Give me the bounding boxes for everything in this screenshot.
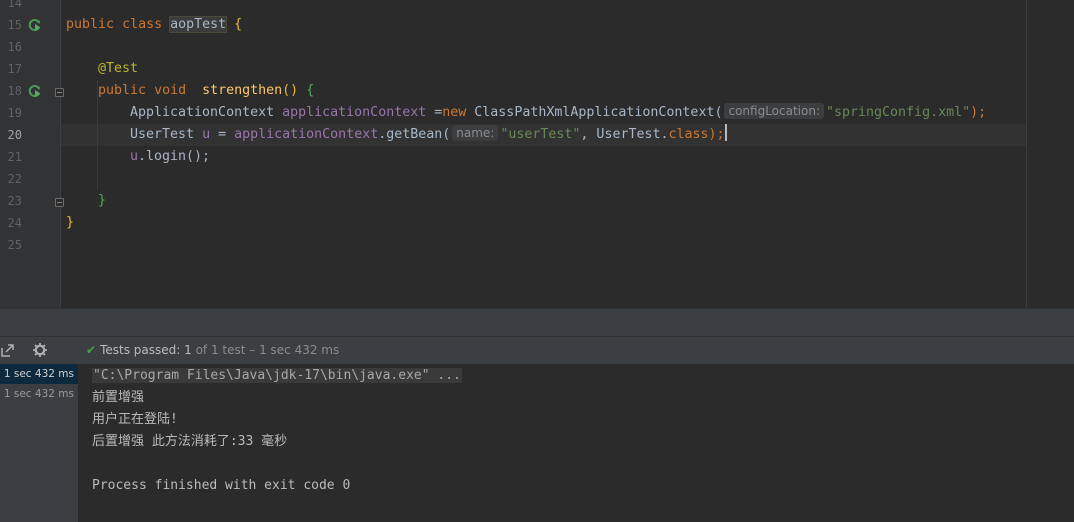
console-line: 用户正在登陆! [92,412,178,427]
class-name: aopTest [169,16,228,33]
line-number: 24 [7,216,22,230]
constructor-call: ClassPathXmlApplicationContext( [466,105,723,120]
variable: applicationContext [234,127,379,142]
line-number: 14 [7,0,22,10]
line-number: 18 [7,84,22,98]
tests-passed-count: 1 [184,343,192,357]
line-number: 22 [7,172,22,186]
fold-collapse-icon[interactable] [55,88,64,97]
code-line-20[interactable]: UserTest u = applicationContext.getBean(… [130,124,727,146]
variable: u [202,127,211,142]
keyword: void [154,83,187,98]
string-literal: "springConfig.xml" [826,105,971,120]
line-number: 21 [7,150,22,164]
fold-end-icon[interactable] [55,198,64,207]
code-editor[interactable]: 14 15 16 17 18 19 20 21 22 23 24 25 publ… [0,0,1074,308]
method-name: strengthen [202,83,283,98]
code-line-21[interactable]: u.login(); [130,146,210,168]
statement-end: ); [970,105,987,120]
panel-divider[interactable] [0,308,1074,337]
java-command[interactable]: "C:\Program Files\Java\jdk-17\bin\java.e… [92,368,462,383]
line-number: 19 [7,106,22,120]
console-line: 后置增强 此方法消耗了:33 毫秒 [92,434,288,449]
method-call: .login(); [138,149,211,164]
parameter-hint: configLocation: [724,103,824,119]
type-name: UserTest [130,127,195,142]
keyword: class [122,17,163,32]
editor-gutter: 14 15 16 17 18 19 20 21 22 23 24 25 [0,0,64,308]
brace: { [234,17,243,32]
code-line-23[interactable]: } [98,190,106,212]
code-line-17[interactable]: @Test [98,58,138,80]
type-name: ApplicationContext [130,105,275,120]
run-test-class-icon[interactable] [28,18,42,32]
string-literal: "userTest" [500,127,581,142]
keyword: public [66,17,115,32]
keyword: class [668,127,709,142]
test-tree-row[interactable]: 1 sec 432 ms [0,384,78,404]
run-test-method-icon[interactable] [28,84,42,98]
operator: = [426,105,443,120]
gear-icon[interactable] [32,342,48,358]
brace: } [98,193,107,208]
keyword: new [442,105,467,120]
brace: } [66,215,75,230]
text-caret [724,124,727,141]
variable: applicationContext [282,105,427,120]
right-margin-guide [1026,0,1027,308]
line-number: 16 [7,40,22,54]
code-line-15[interactable]: public class aopTest { [66,14,242,36]
test-tree-row[interactable]: 1 sec 432 ms [0,364,78,384]
export-icon[interactable] [0,342,16,358]
console-exit-line: Process finished with exit code 0 [92,478,351,493]
test-tree: 1 sec 432 ms 1 sec 432 ms [0,364,79,522]
test-status: ✔ Tests passed: 1 of 1 test – 1 sec 432 m… [86,336,339,364]
code-line-18[interactable]: public void strengthen() { [98,80,314,102]
tests-passed-label: Tests passed: [100,343,181,357]
line-number: 23 [7,194,22,208]
console-line: 前置增强 [92,390,145,405]
annotation: @Test [98,61,139,76]
line-number-current: 20 [7,128,22,142]
code-line-19[interactable]: ApplicationContext applicationContext =n… [130,102,986,124]
brace: { [306,83,315,98]
operator: = [210,127,235,142]
parameter-hint: name: [452,125,499,141]
argument: , UserTest. [580,127,669,142]
check-icon: ✔ [86,343,97,357]
signature: () [282,83,299,98]
console-command-line: "C:\Program Files\Java\jdk-17\bin\java.e… [92,365,462,387]
variable: u [130,149,139,164]
line-number: 15 [7,18,22,32]
line-number: 25 [7,238,22,252]
statement-end: ); [708,127,725,142]
tests-detail: of 1 test – 1 sec 432 ms [191,343,340,357]
code-line-24[interactable]: } [66,212,74,234]
console-output[interactable]: "C:\Program Files\Java\jdk-17\bin\java.e… [80,364,1074,522]
method-call: .getBean( [378,127,451,142]
line-number: 17 [7,62,22,76]
keyword: public [98,83,147,98]
